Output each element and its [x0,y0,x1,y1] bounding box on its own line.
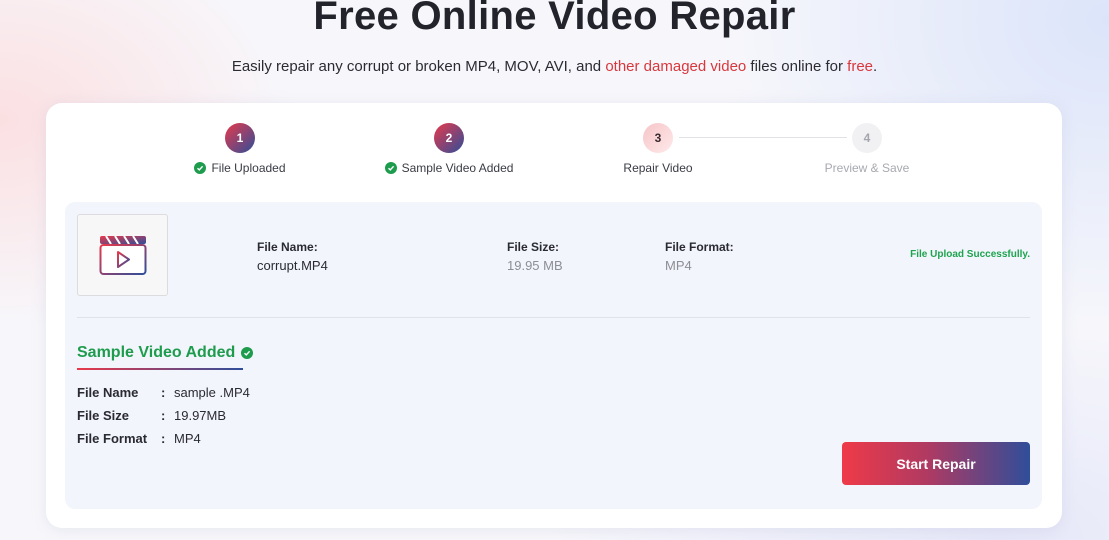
video-file-icon [99,235,146,275]
step-1-label: File Uploaded [211,161,286,175]
step-2-number: 2 [434,123,464,153]
step-3-number: 3 [643,123,673,153]
file-format-value: MP4 [665,258,692,273]
step-4-label: Preview & Save [824,161,910,175]
subtitle-highlight-free: free [847,58,874,75]
subtitle-highlight-damaged: other damaged video [605,58,747,75]
sample-row-value: 19.97MB [174,408,227,423]
sample-row-key: File Format [77,431,148,446]
check-circle-icon [194,162,207,174]
upload-status: File Upload Successfully. [910,249,1030,260]
file-size-label: File Size: [507,240,560,254]
file-name-value: corrupt.MP4 [257,258,328,273]
sample-heading-underline [77,368,243,370]
sample-row-sep: : [161,431,166,446]
sample-row-sep: : [161,385,166,400]
step-3-label: Repair Video [623,161,693,175]
section-divider [77,317,1030,318]
start-repair-button[interactable]: Start Repair [842,442,1030,485]
check-circle-icon [241,347,254,359]
subtitle-period: . [873,58,878,75]
sample-row: File Name : sample .MP4 [77,385,250,400]
step-1-label-row: File Uploaded [150,161,330,175]
step-4: 4 Preview & Save [777,123,957,175]
sample-heading: Sample Video Added [77,344,254,362]
step-2-label-row: Sample Video Added [359,161,539,175]
sample-row: File Size : 19.97MB [77,408,226,423]
sample-row-sep: : [161,408,166,423]
sample-row-value: sample .MP4 [174,385,250,400]
page-title: Free Online Video Repair [313,0,796,38]
sample-row-key: File Size [77,408,130,423]
step-2: 2 Sample Video Added [359,123,539,175]
sample-row: File Format : MP4 [77,431,201,446]
step-1-number: 1 [225,123,255,153]
repair-card: 1 File Uploaded 2 Sample Video Added 3 R… [46,103,1062,528]
step-2-label: Sample Video Added [401,161,514,175]
file-format-label: File Format: [665,240,734,254]
check-circle-icon [384,162,397,174]
sample-heading-text: Sample Video Added [77,344,236,361]
page-subtitle: Easily repair any corrupt or broken MP4,… [0,58,1109,75]
file-size-value: 19.95 MB [507,258,563,273]
subtitle-text: Easily repair any corrupt or broken MP4,… [231,58,606,75]
step-1: 1 File Uploaded [150,123,330,175]
subtitle-text-2: files online for [746,58,848,75]
file-name-label: File Name: [257,240,318,254]
step-4-number: 4 [852,123,882,153]
file-panel: File Name: corrupt.MP4 File Size: 19.95 … [65,202,1042,509]
sample-row-key: File Name [77,385,139,400]
step-3: 3 Repair Video [568,123,748,175]
video-thumbnail [77,214,168,296]
sample-row-value: MP4 [174,431,201,446]
